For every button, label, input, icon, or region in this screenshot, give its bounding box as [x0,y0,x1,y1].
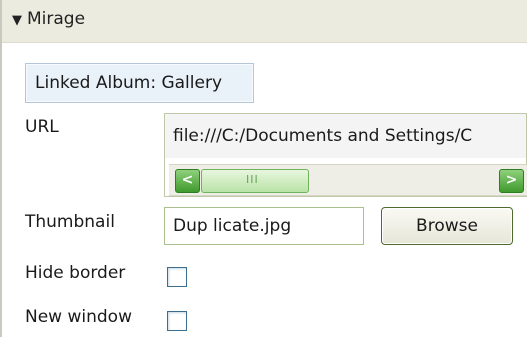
url-label: URL [25,117,59,137]
arrow-right-icon[interactable]: > [499,169,524,193]
triangle-down-icon[interactable]: ▼ [12,13,22,28]
url-text-area: file:///C:/Documents and Settings/C [165,114,526,158]
new-window-label: New window [25,307,132,327]
panel-title: Mirage [27,9,86,29]
grip-icon: III [246,173,259,186]
panel-left-border [0,0,2,337]
linked-album-badge[interactable]: Linked Album: Gallery [25,63,254,103]
hide-border-checkbox[interactable] [167,267,187,287]
scrollbar-thumb[interactable]: III [201,169,309,193]
hide-border-label: Hide border [25,263,126,283]
new-window-checkbox[interactable] [167,311,187,331]
thumbnail-label: Thumbnail [25,212,115,232]
url-value: file:///C:/Documents and Settings/C [173,126,473,146]
thumbnail-input[interactable]: Dup licate.jpg [164,207,364,245]
url-horizontal-scrollbar[interactable]: < III > [169,164,527,196]
panel-header[interactable]: ▼ Mirage [2,0,527,43]
url-field[interactable]: file:///C:/Documents and Settings/C < II… [164,113,527,197]
browse-button[interactable]: Browse [381,207,513,245]
arrow-left-icon[interactable]: < [175,169,200,193]
